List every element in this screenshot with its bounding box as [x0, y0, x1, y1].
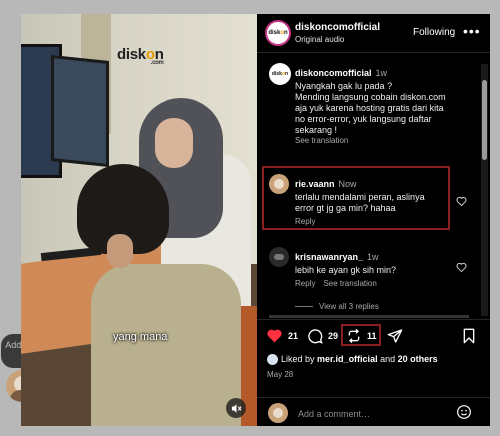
audio-label[interactable]: Original audio	[295, 35, 344, 44]
current-user-avatar	[268, 403, 288, 423]
caption-author-avatar[interactable]: disk o n	[269, 63, 291, 85]
repost-icon[interactable]	[346, 328, 362, 344]
caption-line: Mending langsung cobain diskon.com	[295, 92, 446, 102]
following-button[interactable]: Following	[413, 27, 455, 38]
see-translation-link[interactable]: See translation	[323, 279, 376, 288]
view-replies-button[interactable]: View all 3 replies	[295, 302, 379, 311]
caption-line: Nyangkah gak lu pada ?	[295, 81, 393, 91]
mute-icon	[231, 403, 242, 413]
post-video[interactable]: diskon .com yang mana	[21, 14, 257, 426]
liked-by-line: Liked by mer.id_official and 20 others	[267, 354, 438, 366]
comment-item: rie.vaann Now terlalu mendalami peran, as…	[295, 174, 475, 226]
caption-line: no error-error, yuk langsung daftar	[295, 114, 432, 124]
likes-count[interactable]: 21	[288, 331, 298, 341]
comment-line: error gt jg ga min? hahaa	[295, 203, 396, 213]
comment-like-icon[interactable]	[456, 262, 467, 272]
comments-scrollbar-thumb[interactable]	[482, 80, 487, 160]
author-avatar[interactable]: disk o n	[265, 20, 291, 46]
heart-icon[interactable]	[266, 328, 283, 343]
more-icon[interactable]: •••	[463, 23, 481, 39]
comment-line: lebih ke ayan gk sih min?	[295, 265, 397, 275]
comment-author[interactable]: krisnawanryan_	[295, 252, 363, 262]
caption-time: 1w	[375, 68, 388, 78]
add-comment-bar	[257, 397, 490, 426]
post-modal: diskon .com yang mana disk o n diskoncomoff…	[21, 14, 490, 426]
reply-button[interactable]: Reply	[295, 279, 315, 288]
caption-line: aja yuk karena hosting gratis dari kita	[295, 103, 444, 113]
brand-logo: diskon .com	[117, 46, 164, 66]
share-icon[interactable]	[387, 328, 403, 344]
comment-author[interactable]: rie.vaann	[295, 179, 335, 189]
bookmark-icon[interactable]	[462, 328, 476, 344]
author-name[interactable]: diskoncomofficial	[295, 22, 380, 33]
reposts-count[interactable]: 11	[367, 331, 377, 341]
comment-item: krisnawanryan_ 1w lebih ke ayan gk sih mi…	[295, 247, 475, 288]
caption-line: sekarang !	[295, 125, 338, 135]
post-header: disk o n diskoncomofficial Original audio …	[257, 14, 490, 53]
comment-time: Now	[338, 179, 357, 189]
emoji-icon[interactable]	[456, 404, 472, 420]
mute-button[interactable]	[226, 398, 246, 418]
commenter-avatar[interactable]	[269, 174, 289, 194]
post-details: disk o n diskoncomofficial Original audio …	[257, 14, 490, 426]
comment-line: terlalu mendalami peran, aslinya	[295, 192, 425, 202]
caption-author[interactable]: diskoncomofficial	[295, 68, 372, 78]
video-caption: yang mana	[113, 331, 168, 343]
liker-avatar[interactable]	[267, 354, 278, 366]
comments-list: disk o n diskoncomofficial 1w Nyangkah gak …	[257, 53, 490, 318]
reply-button[interactable]: Reply	[295, 217, 315, 226]
post-date[interactable]: May 28	[267, 370, 293, 379]
liked-by-and: and	[380, 354, 396, 364]
liked-by-user[interactable]: mer.id_official	[317, 354, 378, 364]
see-translation-link[interactable]: See translation	[295, 136, 348, 145]
view-replies-label: View all 3 replies	[319, 302, 379, 311]
liked-by-prefix: Liked by	[281, 354, 315, 364]
liked-by-others[interactable]: 20 others	[398, 354, 438, 364]
commenter-avatar[interactable]	[269, 247, 289, 267]
add-comment-input[interactable]	[296, 406, 450, 422]
comment-time: 1w	[367, 252, 379, 262]
comment-icon[interactable]	[307, 328, 323, 344]
action-bar: 21 29 11 Liked by mer.id_official and 20…	[257, 319, 490, 426]
comments-count[interactable]: 29	[328, 331, 338, 341]
comment-like-icon[interactable]	[456, 196, 467, 206]
next-comment-peek	[269, 315, 469, 318]
post-caption: diskoncomofficial 1w Nyangkah gak lu pada…	[295, 63, 475, 145]
